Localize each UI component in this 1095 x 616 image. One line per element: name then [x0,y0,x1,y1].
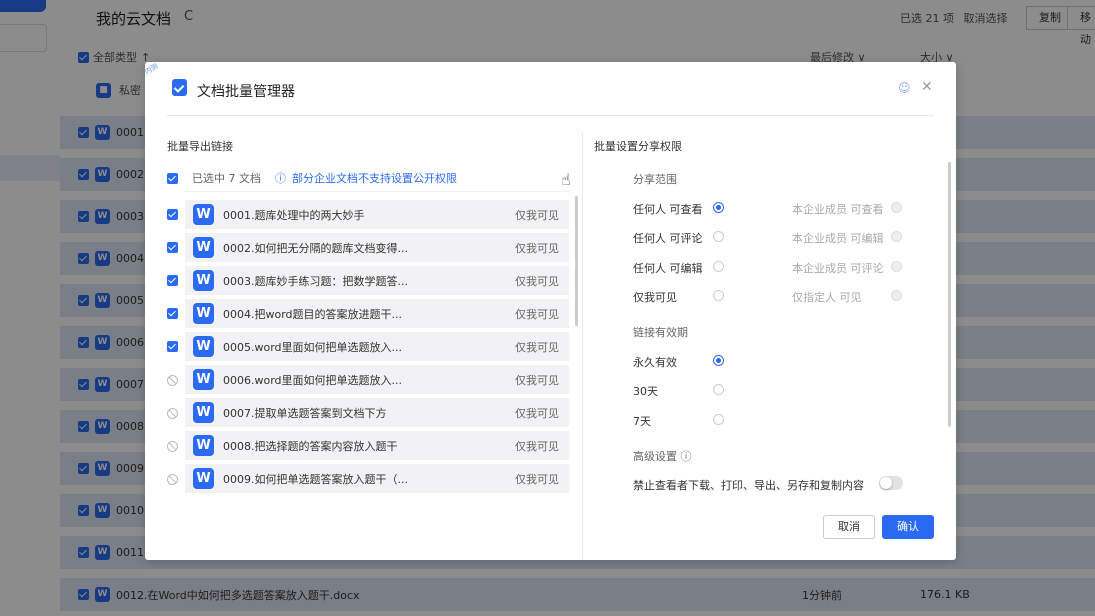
doc-item[interactable]: W 0005.word里面如何把单选题放入... 仅我可见 [185,332,569,361]
doc-item[interactable]: W 0003.题库妙手练习题：把数学题答... 仅我可见 [185,266,569,295]
radio-30-days[interactable] [713,384,724,395]
doc-item[interactable]: W 0008.把选择题的答案内容放入题干 仅我可见 [185,431,569,460]
doc-permission: 仅我可见 [515,274,559,288]
batch-manager-dialog: 内测 文档批量管理器 ☺ ✕ 批量导出链接 已选中 7 文档 ⓘ 部分企业文档不… [143,62,956,560]
doc-permission: 仅我可见 [515,373,559,387]
link-validity-label: 链接有效期 [633,326,688,339]
option-anyone-view: 任何人 可查看 [633,203,703,216]
share-scope-label: 分享范围 [633,173,677,186]
cancel-button[interactable]: 取消 [823,515,875,539]
doc-permission: 仅我可见 [515,340,559,354]
radio-org-comment[interactable] [891,261,902,272]
doc-name: 0008.把选择题的答案内容放入题干 [223,439,398,453]
column-divider [582,132,583,560]
option-org-edit: 本企业成员 可编辑 [792,232,884,245]
settings-scrollbar[interactable] [948,162,951,427]
radio-permanent[interactable] [713,355,724,366]
radio-anyone-edit[interactable] [713,261,724,272]
option-org-view: 本企业成员 可查看 [792,203,884,216]
forbid-download-label: 禁止查看者下载、打印、导出、另存和复制内容 [633,479,864,492]
doc-permission: 仅我可见 [515,406,559,420]
select-all-docs-checkbox[interactable] [167,172,178,184]
doc-disabled-icon [167,375,178,386]
doc-manager-icon [172,79,187,96]
doc-permission: 仅我可见 [515,307,559,321]
doc-name: 0005.word里面如何把单选题放入... [223,340,403,354]
word-icon: W [193,435,214,456]
feedback-icon[interactable]: ☺ [898,81,911,95]
doc-disabled-icon [167,441,178,452]
doc-item[interactable]: W 0007.提取单选题答案到文档下方 仅我可见 [185,398,569,427]
doc-name: 0001.题库处理中的两大妙手 [223,208,365,222]
option-anyone-comment: 任何人 可评论 [633,232,703,245]
header-divider [167,115,934,116]
advanced-settings-label: 高级设置 ⓘ [633,448,692,464]
doc-permission: 仅我可见 [515,208,559,222]
doc-checkbox[interactable] [167,242,178,253]
doc-permission: 仅我可见 [515,472,559,486]
doc-checkbox[interactable] [167,341,178,352]
selection-summary: 已选中 7 文档 ⓘ 部分企业文档不支持设置公开权限 [167,170,571,186]
doc-permission: 仅我可见 [515,439,559,453]
doc-checkbox[interactable] [167,209,178,220]
word-icon: W [193,204,214,225]
doc-item[interactable]: W 0002.如何把无分隔的题库文档变得... 仅我可见 [185,233,569,262]
selected-docs-count: 已选中 7 文档 [192,172,261,185]
option-7-days: 7天 [633,415,651,428]
doc-disabled-icon [167,474,178,485]
radio-anyone-comment[interactable] [713,231,724,242]
option-org-comment: 本企业成员 可评论 [792,262,884,275]
doc-checkbox[interactable] [167,308,178,319]
option-anyone-edit: 任何人 可编辑 [633,262,703,275]
word-icon: W [193,468,214,489]
word-icon: W [193,270,214,291]
close-icon[interactable]: ✕ [921,79,933,95]
export-links-title: 批量导出链接 [167,140,233,153]
doc-name: 0002.如何把无分隔的题库文档变得... [223,241,408,255]
list-divider [185,191,569,192]
info-icon: ⓘ [680,450,692,463]
radio-anyone-view[interactable] [713,202,724,213]
word-icon: W [193,369,214,390]
doc-item[interactable]: W 0001.题库处理中的两大妙手 仅我可见 [185,200,569,229]
doc-disabled-icon [167,408,178,419]
doc-permission: 仅我可见 [515,241,559,255]
share-settings-title: 批量设置分享权限 [594,140,682,153]
option-only-me: 仅我可见 [633,291,677,304]
doc-name: 0007.提取单选题答案到文档下方 [223,406,387,420]
doc-item[interactable]: W 0006.word里面如何把单选题放入... 仅我可见 [185,365,569,394]
radio-7-days[interactable] [713,414,724,425]
confirm-button[interactable]: 确认 [882,515,934,539]
word-icon: W [193,402,214,423]
option-specified-people: 仅指定人 可见 [792,291,862,304]
word-icon: W [193,336,214,357]
hand-cursor-icon: ☝ [561,170,571,189]
dialog-title: 文档批量管理器 [197,84,295,100]
doc-list-scrollbar[interactable] [575,196,578,326]
enterprise-notice-link[interactable]: 部分企业文档不支持设置公开权限 [292,170,457,186]
radio-org-view[interactable] [891,202,902,213]
radio-specified-people[interactable] [891,290,902,301]
doc-name: 0004.把word题目的答案放进题干... [223,307,403,321]
advanced-settings-text: 高级设置 [633,450,677,463]
option-30-days: 30天 [633,385,658,398]
doc-item[interactable]: W 0009.如何把单选题答案放入题干（... 仅我可见 [185,464,569,493]
doc-name: 0006.word里面如何把单选题放入... [223,373,403,387]
forbid-download-toggle[interactable] [879,476,903,490]
word-icon: W [193,303,214,324]
info-icon: ⓘ [275,172,286,185]
radio-only-me[interactable] [713,290,724,301]
doc-item[interactable]: W 0004.把word题目的答案放进题干... 仅我可见 [185,299,569,328]
option-permanent: 永久有效 [633,356,677,369]
word-icon: W [193,237,214,258]
doc-name: 0003.题库妙手练习题：把数学题答... [223,274,408,288]
radio-org-edit[interactable] [891,231,902,242]
doc-name: 0009.如何把单选题答案放入题干（... [223,472,408,486]
doc-checkbox[interactable] [167,275,178,286]
